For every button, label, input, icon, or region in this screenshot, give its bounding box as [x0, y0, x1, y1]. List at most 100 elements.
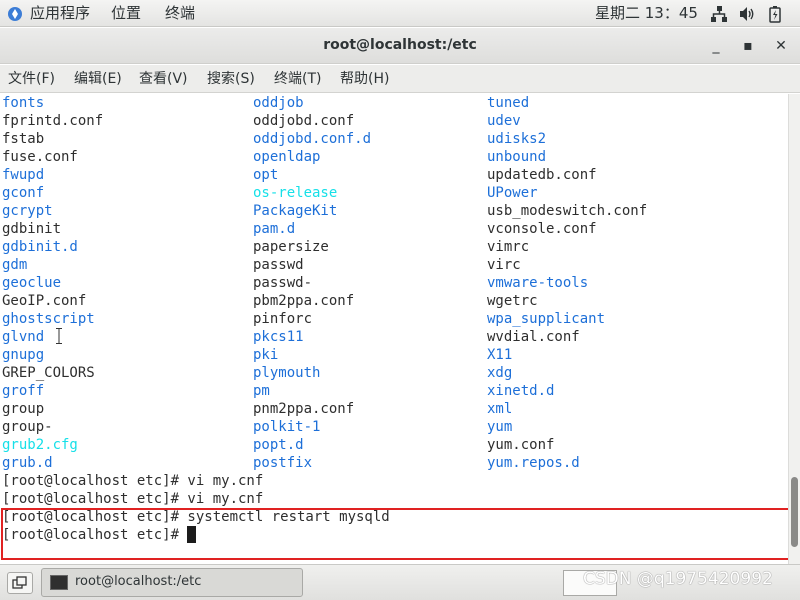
file-entry: xdg — [487, 365, 513, 381]
file-entry: groff — [2, 383, 45, 399]
battery-icon[interactable] — [766, 5, 784, 23]
file-entry: wgetrc — [487, 293, 538, 309]
maximize-button[interactable]: ▪ — [737, 35, 759, 57]
highlight-annotation-box — [1, 508, 795, 560]
file-entry: papersize — [253, 239, 329, 255]
file-entry: yum.conf — [487, 437, 555, 453]
window-titlebar[interactable]: root@localhost:/etc _ ▪ ✕ — [0, 28, 800, 64]
file-entry: oddjobd.conf — [253, 113, 355, 129]
volume-icon[interactable] — [738, 5, 756, 23]
file-entry: plymouth — [253, 365, 321, 381]
menubar: 文件(F) 编辑(E) 查看(V) 搜索(S) 终端(T) 帮助(H) — [0, 65, 800, 93]
file-entry: passwd — [253, 257, 304, 273]
clock[interactable]: 星期二 13：45 — [595, 4, 698, 22]
terminal-icon — [50, 575, 68, 590]
places-menu[interactable]: 位置 — [111, 4, 141, 22]
command-text: [root@localhost etc]# vi my.cnf — [2, 491, 264, 507]
file-entry: updatedb.conf — [487, 167, 597, 183]
file-entry: xml — [487, 401, 513, 417]
command-line: [root@localhost etc]# vi my.cnf — [2, 490, 263, 508]
file-entry: grub2.cfg — [2, 437, 78, 453]
text-cursor-icon — [56, 328, 62, 344]
file-entry: gdm — [2, 257, 28, 273]
file-entry: oddjobd.conf.d — [253, 131, 372, 147]
file-entry: pm — [253, 383, 270, 399]
file-entry: pinforc — [253, 311, 313, 327]
file-entry: ghostscript — [2, 311, 95, 327]
file-entry: polkit-1 — [253, 419, 321, 435]
file-entry: pnm2ppa.conf — [253, 401, 355, 417]
menu-search[interactable]: 搜索(S) — [207, 70, 255, 88]
file-entry: xinetd.d — [487, 383, 555, 399]
file-entry: GREP_COLORS — [2, 365, 95, 381]
file-entry: PackageKit — [253, 203, 338, 219]
file-entry: gdbinit.d — [2, 239, 78, 255]
taskbar-window-button[interactable]: root@localhost:/etc — [41, 568, 303, 597]
file-entry: vimrc — [487, 239, 530, 255]
file-entry: tuned — [487, 95, 530, 111]
file-entry: yum — [487, 419, 513, 435]
file-entry: group- — [2, 419, 53, 435]
file-entry: os-release — [253, 185, 338, 201]
file-entry: group — [2, 401, 45, 417]
network-icon[interactable] — [710, 5, 728, 23]
watermark: CSDN @q1975420992 — [583, 569, 773, 589]
file-entry: wvdial.conf — [487, 329, 580, 345]
file-entry: usb_modeswitch.conf — [487, 203, 648, 219]
file-entry: pam.d — [253, 221, 296, 237]
file-entry: wpa_supplicant — [487, 311, 606, 327]
window-title: root@localhost:/etc — [323, 37, 477, 53]
file-entry: pkcs11 — [253, 329, 304, 345]
file-entry: fuse.conf — [2, 149, 78, 165]
menu-edit[interactable]: 编辑(E) — [74, 70, 122, 88]
menu-file[interactable]: 文件(F) — [8, 70, 55, 88]
file-entry: opt — [253, 167, 279, 183]
file-entry: pki — [253, 347, 279, 363]
file-entry: unbound — [487, 149, 547, 165]
minimize-button[interactable]: _ — [705, 35, 727, 57]
file-entry: popt.d — [253, 437, 304, 453]
file-entry: GeoIP.conf — [2, 293, 87, 309]
file-entry: oddjob — [253, 95, 304, 111]
file-entry: UPower — [487, 185, 538, 201]
file-entry: gconf — [2, 185, 45, 201]
file-entry: grub.d — [2, 455, 53, 471]
terminal-output[interactable]: fonts oddjob tuned fprintd.conf oddjobd.conf… — [0, 94, 795, 564]
file-entry: yum.repos.d — [487, 455, 580, 471]
file-entry: gnupg — [2, 347, 45, 363]
file-entry: glvnd — [2, 329, 45, 345]
file-entry: passwd- — [253, 275, 313, 291]
file-entry: fwupd — [2, 167, 45, 183]
file-entry: vconsole.conf — [487, 221, 597, 237]
applications-menu[interactable]: 应用程序 — [30, 4, 90, 22]
file-entry: fonts — [2, 95, 45, 111]
close-button[interactable]: ✕ — [770, 35, 792, 57]
bottom-taskbar: root@localhost:/etc CSDN @q1975420992 — [0, 564, 800, 600]
file-entry: geoclue — [2, 275, 62, 291]
terminal-app-menu[interactable]: 终端 — [165, 4, 195, 22]
taskbar-window-label: root@localhost:/etc — [75, 574, 202, 589]
file-entry: postfix — [253, 455, 313, 471]
file-entry: openldap — [253, 149, 321, 165]
file-entry: virc — [487, 257, 521, 273]
show-desktop-icon — [12, 576, 27, 589]
file-entry: fprintd.conf — [2, 113, 104, 129]
applications-icon[interactable] — [7, 6, 23, 22]
file-entry: X11 — [487, 347, 513, 363]
file-entry: gdbinit — [2, 221, 62, 237]
file-entry: udev — [487, 113, 521, 129]
command-text: [root@localhost etc]# vi my.cnf — [2, 473, 264, 489]
show-desktop-button[interactable] — [7, 572, 33, 594]
file-entry: udisks2 — [487, 131, 547, 147]
menu-view[interactable]: 查看(V) — [139, 70, 188, 88]
command-line: [root@localhost etc]# vi my.cnf — [2, 472, 263, 490]
terminal-scrollbar[interactable] — [788, 94, 800, 564]
file-entry: gcrypt — [2, 203, 53, 219]
top-panel: 应用程序 位置 终端 星期二 13：45 — [0, 0, 800, 27]
scrollbar-thumb[interactable] — [791, 477, 798, 547]
file-entry: pbm2ppa.conf — [253, 293, 355, 309]
file-entry: fstab — [2, 131, 45, 147]
menu-terminal[interactable]: 终端(T) — [274, 70, 321, 88]
file-entry: vmware-tools — [487, 275, 589, 291]
menu-help[interactable]: 帮助(H) — [340, 70, 389, 88]
